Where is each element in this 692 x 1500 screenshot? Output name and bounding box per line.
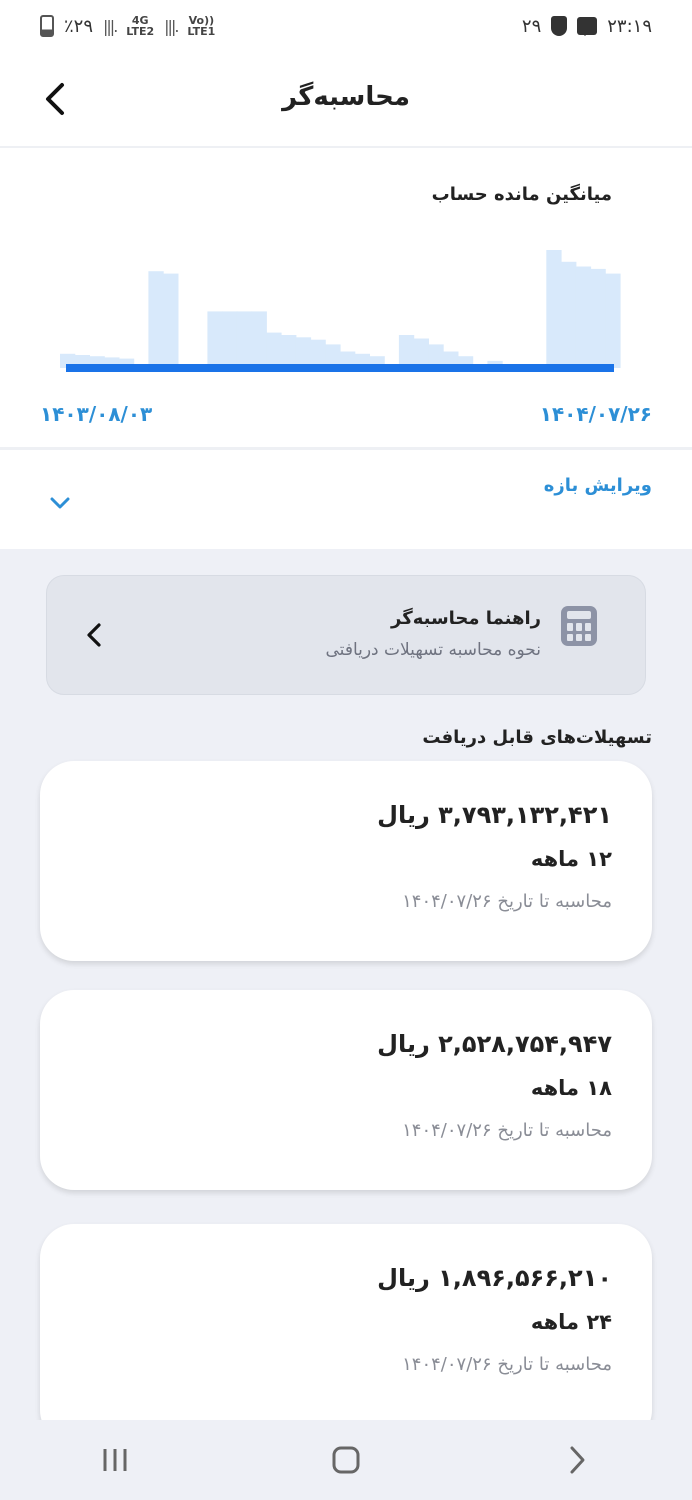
- back-nav-button[interactable]: [547, 1430, 607, 1490]
- edit-range-row[interactable]: ویرایش بازه: [0, 453, 692, 549]
- chart-area-segment: [222, 311, 238, 368]
- status-right: ۲۹ ۲۳:۱۹: [522, 16, 652, 37]
- loans-section-title: تسهیلات‌های قابل دریافت: [422, 727, 652, 748]
- chart-start-date: ۱۴۰۳/۰۸/۰۳: [40, 402, 153, 426]
- chart-area-segment: [251, 311, 267, 368]
- chevron-right-icon: [570, 1446, 585, 1474]
- battery-percent: ٪۲۹: [64, 15, 94, 37]
- chart-end-date: ۱۴۰۴/۰۷/۲۶: [539, 402, 652, 426]
- loan-term: ۲۴ ماهه: [530, 1310, 612, 1334]
- chart-area-segment: [236, 311, 253, 368]
- loan-date-note: محاسبه تا تاریخ ۱۴۰۴/۰۷/۲۶: [402, 891, 612, 912]
- guide-title: راهنما محاسبه‌گر: [391, 608, 541, 629]
- chart-area-segment: [561, 261, 577, 368]
- chart-area-segment: [605, 273, 621, 368]
- system-nav-bar: [0, 1420, 692, 1500]
- loan-card[interactable]: ۲,۵۲۸,۷۵۴,۹۴۷ ریال ۱۸ ماهه محاسبه تا تار…: [40, 990, 652, 1190]
- page-title: محاسبه‌گر: [282, 82, 410, 112]
- chevron-left-icon: [87, 623, 101, 647]
- chart-area-segment: [148, 271, 164, 368]
- loan-amount: ۳,۷۹۳,۱۳۲,۴۲۱ ریال: [377, 801, 612, 829]
- average-balance-chart: [60, 250, 621, 372]
- signal-icon: |||.: [164, 16, 179, 36]
- chart-area-segment: [163, 273, 179, 368]
- battery-icon: [40, 15, 54, 37]
- chart-area-segment: [590, 268, 606, 368]
- calculator-icon: [561, 606, 597, 646]
- loan-term: ۱۸ ماهه: [530, 1076, 612, 1100]
- status-bar: ٪۲۹ |||. 4G LTE2 |||. Vo)) LTE1 ۲۹ ۲۳:۱۹: [0, 0, 692, 52]
- network-indicator-2: Vo)) LTE1: [187, 14, 216, 38]
- chevron-down-icon[interactable]: [48, 491, 72, 515]
- chart-baseline: [66, 364, 614, 372]
- chart-area-segment: [281, 335, 297, 368]
- content-area: راهنما محاسبه‌گر نحوه محاسبه تسهیلات دری…: [0, 549, 692, 1444]
- chart-area-segment: [266, 332, 282, 368]
- chart-area-segment: [207, 311, 223, 368]
- edit-range-label[interactable]: ویرایش بازه: [544, 475, 652, 496]
- recent-apps-icon: [103, 1449, 127, 1471]
- chart-title: میانگین مانده حساب: [431, 184, 612, 205]
- chart-area-segment: [413, 338, 429, 368]
- loan-date-note: محاسبه تا تاریخ ۱۴۰۴/۰۷/۲۶: [402, 1354, 612, 1375]
- signal-icon: |||.: [103, 16, 118, 36]
- loan-amount: ۲,۵۲۸,۷۵۴,۹۴۷ ریال: [377, 1030, 612, 1058]
- home-button[interactable]: [316, 1430, 376, 1490]
- balance-chart-card: میانگین مانده حساب ۱۴۰۳/۰۸/۰۳ ۱۴۰۴/۰۷/۲۶: [0, 150, 692, 450]
- loan-date-note: محاسبه تا تاریخ ۱۴۰۴/۰۷/۲۶: [402, 1120, 612, 1141]
- chart-area-segment: [295, 337, 312, 368]
- notification-count: ۲۹: [521, 15, 542, 37]
- loan-amount: ۱,۸۹۶,۵۶۶,۲۱۰ ریال: [377, 1264, 612, 1292]
- app-header: محاسبه‌گر: [0, 52, 692, 148]
- home-icon: [332, 1446, 360, 1474]
- guide-subtitle: نحوه محاسبه تسهیلات دریافتی: [325, 640, 541, 660]
- recent-apps-button[interactable]: [85, 1430, 145, 1490]
- loan-card[interactable]: ۱,۸۹۶,۵۶۶,۲۱۰ ریال ۲۴ ماهه محاسبه تا تار…: [40, 1224, 652, 1444]
- status-left: ٪۲۹ |||. 4G LTE2 |||. Vo)) LTE1: [40, 15, 215, 37]
- clock: ۲۳:۱۹: [607, 15, 652, 37]
- chart-area-segment: [398, 335, 415, 368]
- loan-term: ۱۲ ماهه: [530, 847, 612, 871]
- loan-card[interactable]: ۳,۷۹۳,۱۳۲,۴۲۱ ریال ۱۲ ماهه محاسبه تا تار…: [40, 761, 652, 961]
- chart-area-segment: [310, 339, 326, 368]
- chart-area-segment: [575, 266, 592, 368]
- chart-area-segment: [546, 250, 562, 368]
- shield-icon: [551, 16, 568, 36]
- network-indicator-1: 4G LTE2: [126, 14, 155, 38]
- message-icon: [577, 17, 598, 36]
- calculator-guide-card[interactable]: راهنما محاسبه‌گر نحوه محاسبه تسهیلات دری…: [46, 575, 646, 695]
